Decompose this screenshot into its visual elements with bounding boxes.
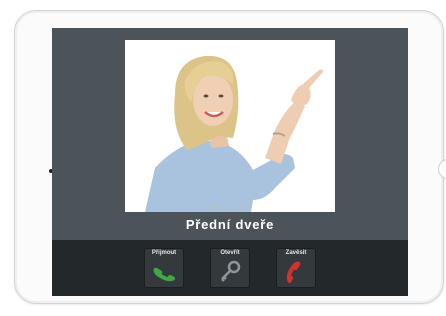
accept-call-button[interactable]: Přijmout: [144, 248, 184, 288]
open-door-button[interactable]: Otevřít: [210, 248, 250, 288]
phone-handset-icon: [153, 267, 176, 282]
call-status-label: Příchozí hovor: [209, 206, 251, 212]
phone-hangup-icon: [286, 261, 301, 284]
action-bar: Přijmout Otevřít Zavěsit: [52, 240, 408, 296]
open-door-label: Otevřít: [220, 250, 240, 256]
visitor-image: [145, 55, 323, 212]
key-icon: [221, 260, 241, 282]
hang-up-button[interactable]: Zavěsit: [276, 248, 316, 288]
accept-call-label: Přijmout: [151, 250, 177, 256]
video-feed: [125, 40, 335, 212]
hang-up-label: Zavěsit: [285, 250, 307, 256]
intercom-screen: Příchozí hovor Přední dveře Přijmout Ote…: [52, 28, 408, 296]
door-name: Přední dveře: [185, 217, 275, 232]
home-button[interactable]: [438, 159, 446, 179]
